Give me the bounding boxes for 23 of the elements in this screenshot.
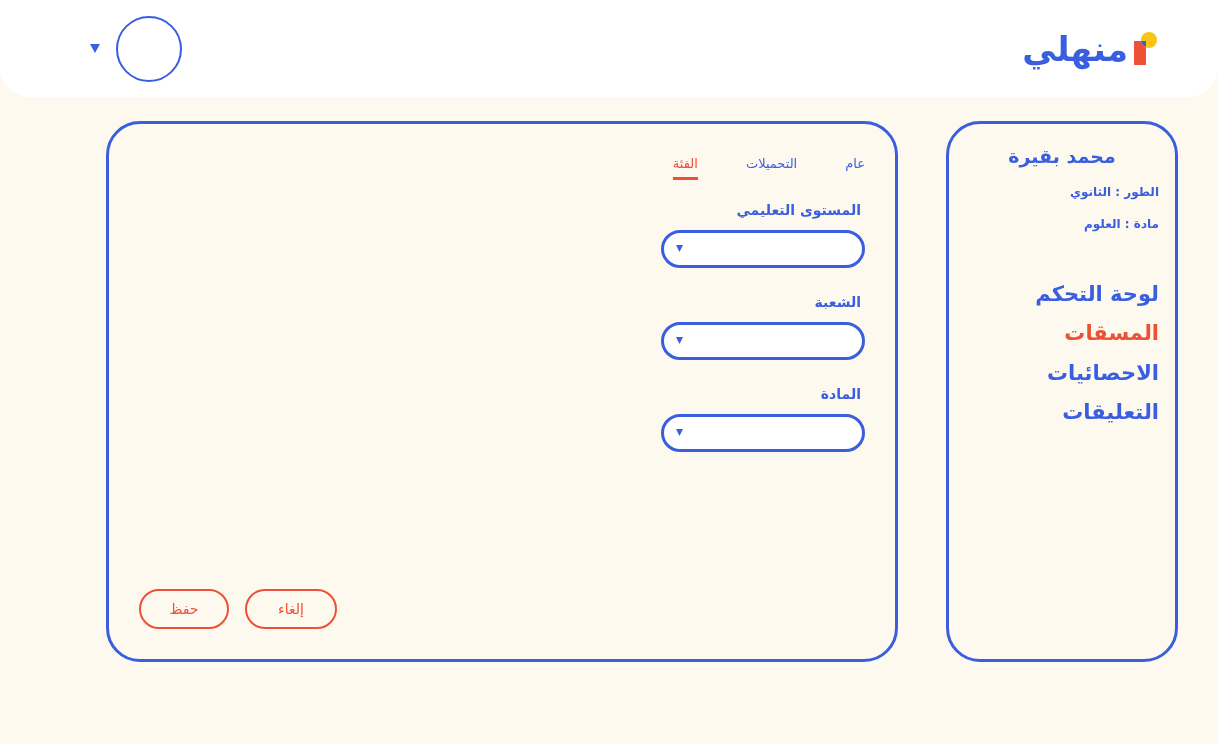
save-button[interactable]: حفظ — [139, 589, 229, 629]
sidebar-item[interactable]: الاحصائيات — [1047, 360, 1159, 385]
profile-detail: الطور : الثانوي — [1070, 184, 1159, 199]
caret-icon[interactable] — [90, 44, 100, 53]
caret-icon — [676, 245, 683, 252]
field-label: المستوى التعليمي — [736, 201, 861, 218]
logo-icon — [1132, 30, 1158, 67]
select-field[interactable] — [661, 229, 865, 268]
field-label: الشعبة — [814, 293, 861, 310]
profile-detail: مادة : العلوم — [1084, 216, 1159, 231]
caret-icon — [676, 429, 683, 436]
sidebar-item[interactable]: التعليقات — [1062, 400, 1159, 424]
select-field[interactable] — [661, 321, 865, 360]
user-name: محمد بقيرة — [1008, 145, 1116, 167]
tab[interactable]: التحميلات — [745, 154, 798, 180]
field-label: المادة — [820, 385, 861, 402]
select-field[interactable] — [661, 413, 865, 452]
sidebar-item[interactable]: لوحة التحكم — [1035, 281, 1159, 306]
cancel-button[interactable]: إلغاء — [245, 589, 337, 629]
tab[interactable]: عام — [845, 154, 865, 180]
sidebar-item[interactable]: المسقات — [1064, 321, 1159, 345]
tab[interactable]: الفئة — [672, 154, 698, 180]
caret-icon — [676, 337, 683, 344]
